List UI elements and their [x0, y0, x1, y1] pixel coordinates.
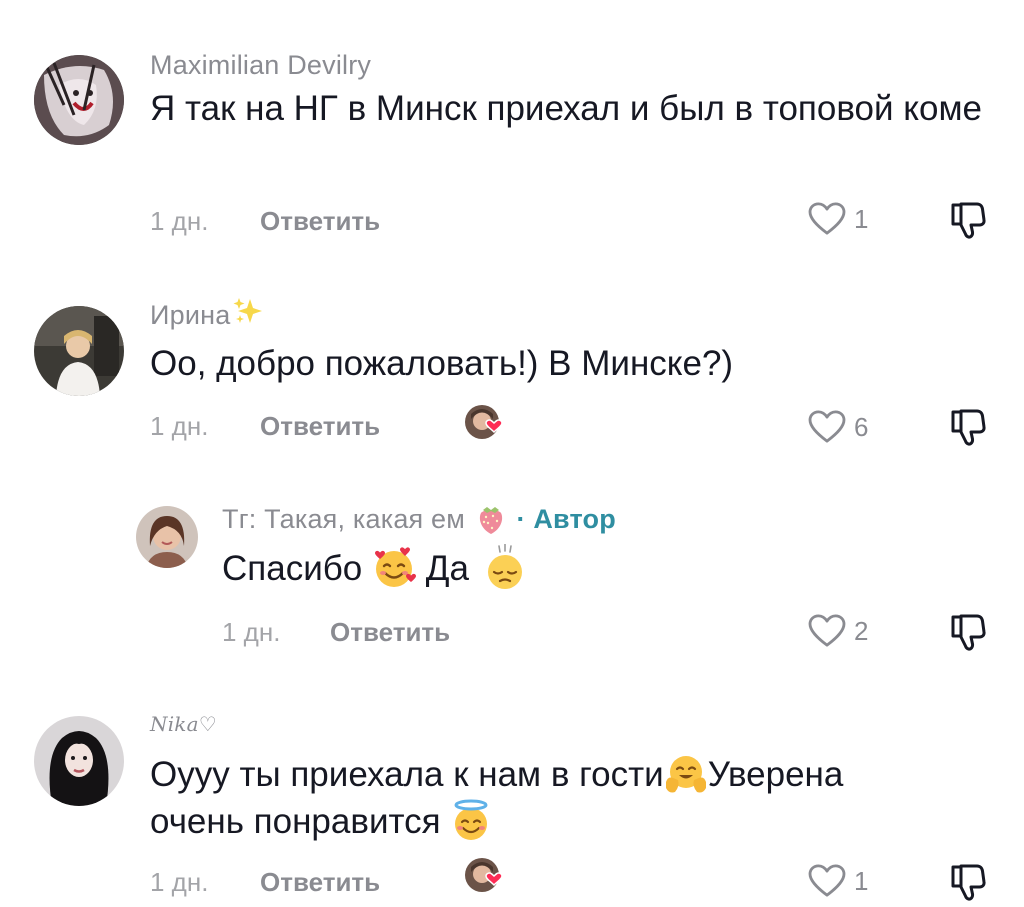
comment-text-part: Да	[425, 549, 469, 588]
comment-username[interactable]: Nika♡	[150, 712, 217, 736]
comment-age: 1 дн.	[150, 411, 209, 441]
pensive-face-emoji	[485, 543, 525, 592]
avatar[interactable]	[34, 306, 124, 396]
dislike-icon	[947, 407, 987, 447]
dislike-button[interactable]	[947, 407, 987, 452]
dislike-button[interactable]	[947, 612, 987, 657]
heart-outline-icon	[808, 202, 846, 236]
like-count: 2	[854, 615, 869, 646]
dislike-icon	[947, 200, 987, 240]
creator-liked-badge	[464, 404, 506, 446]
dislike-icon	[947, 612, 987, 652]
comment-username[interactable]: Тг: Такая, какая ем · Автор	[222, 503, 616, 539]
creator-liked-badge	[464, 857, 506, 899]
smiling-face-with-halo-emoji	[450, 799, 492, 843]
comment-text-part: Оууу ты приехала к нам в гости	[150, 755, 664, 794]
comment-age: 1 дн.	[222, 617, 281, 647]
author-badge: · Автор	[516, 504, 616, 535]
avatar[interactable]	[34, 716, 124, 806]
comment-text: Я так на НГ в Минск приехал и был в топо…	[150, 89, 982, 128]
like-button[interactable]: 2	[808, 614, 868, 648]
comment-text-part: Уверена	[707, 755, 844, 794]
avatar[interactable]	[34, 55, 124, 145]
comment-age: 1 дн.	[150, 206, 209, 236]
reply-button[interactable]: Ответить	[260, 867, 380, 898]
heart-outline-icon	[808, 864, 846, 898]
comment-username[interactable]: Maximilian Devilry	[150, 50, 371, 81]
strawberry-emoji	[473, 501, 509, 537]
avatar[interactable]	[136, 506, 198, 568]
like-count: 6	[854, 411, 869, 442]
hugging-face-emoji	[664, 752, 708, 796]
username-text: Ирина	[150, 300, 231, 330]
comment-text: Оо, добро пожаловать!) В Минске?)	[150, 344, 734, 383]
comment-age: 1 дн.	[150, 867, 209, 897]
username-text: Тг: Такая, какая ем	[222, 504, 466, 535]
comment-text-part: Спасибо	[222, 549, 363, 588]
reply-button[interactable]: Ответить	[260, 411, 380, 442]
heart-outline-icon	[808, 614, 846, 648]
dislike-button[interactable]	[947, 200, 987, 245]
comment-text-part: очень понравится	[150, 801, 441, 841]
like-button[interactable]: 1	[808, 202, 868, 236]
like-button[interactable]: 1	[808, 864, 868, 898]
smiling-face-with-hearts-emoji	[372, 546, 416, 590]
sparkles-emoji	[232, 295, 264, 327]
comment-username[interactable]: Ирина	[150, 297, 264, 333]
reply-button[interactable]: Ответить	[330, 617, 450, 648]
heart-outline-icon	[808, 410, 846, 444]
dislike-button[interactable]	[947, 862, 987, 907]
comment-text: Спасибо Да	[222, 543, 525, 595]
dislike-icon	[947, 862, 987, 902]
reply-button[interactable]: Ответить	[260, 206, 380, 237]
like-count: 1	[854, 865, 869, 896]
like-button[interactable]: 6	[808, 410, 868, 444]
comment-text: Оууу ты приехала к нам в гости Уверена о…	[150, 752, 990, 846]
like-count: 1	[854, 203, 869, 234]
